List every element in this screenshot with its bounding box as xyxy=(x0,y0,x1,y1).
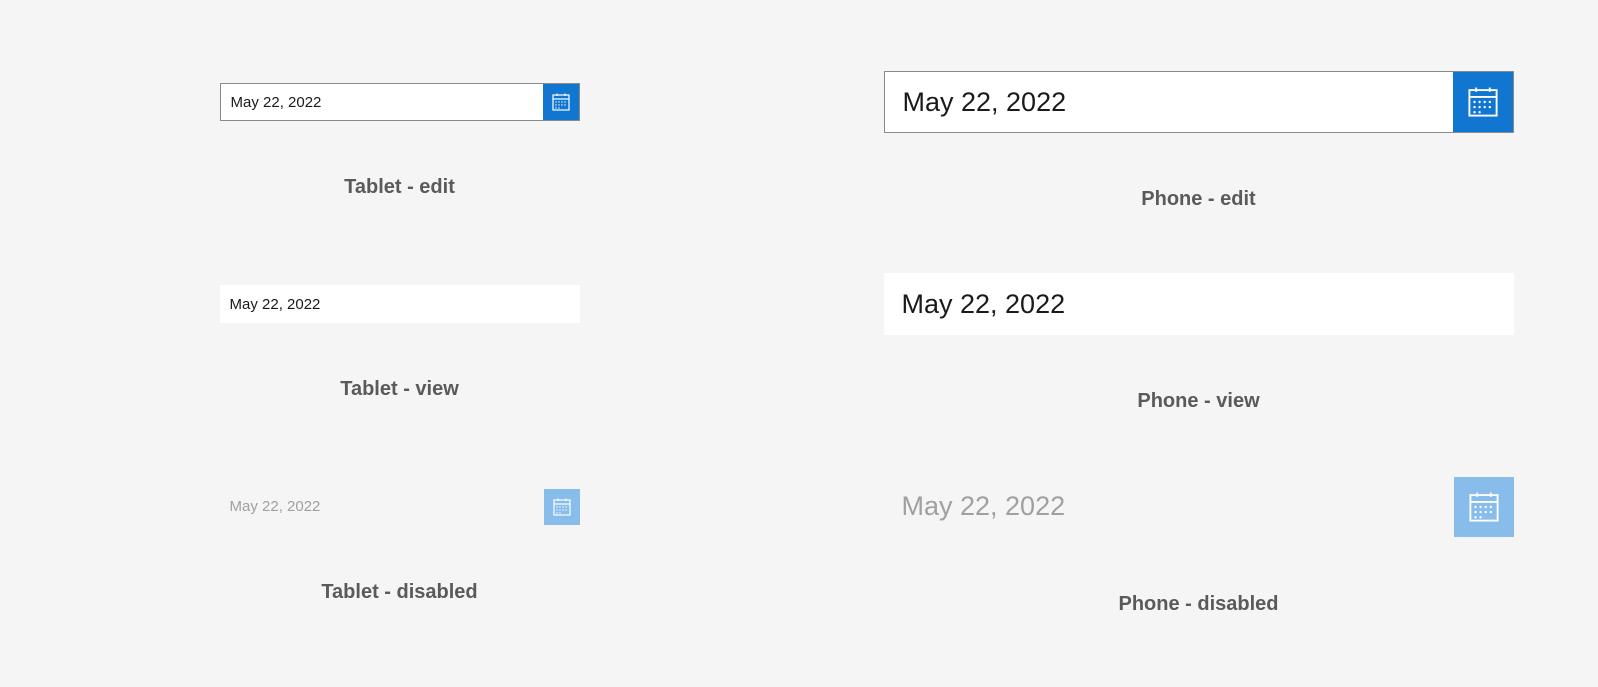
date-picker-phone-view: May 22, 2022 xyxy=(884,273,1514,335)
calendar-icon xyxy=(551,92,571,112)
cell-phone-disabled: May 22, 2022 Phone - disabled xyxy=(799,445,1598,647)
states-grid: May 22, 2022 Tablet - edit May 22, 2022 xyxy=(0,0,1598,687)
date-value: May 22, 2022 xyxy=(885,87,1453,118)
date-value: May 22, 2022 xyxy=(884,491,1454,522)
cell-tablet-disabled: May 22, 2022 Tablet - disabled xyxy=(0,445,799,647)
cell-phone-edit: May 22, 2022 Phone - edit xyxy=(799,40,1598,242)
date-value: May 22, 2022 xyxy=(221,94,543,111)
cell-phone-view: May 22, 2022 Phone - view xyxy=(799,242,1598,444)
date-value: May 22, 2022 xyxy=(884,289,1514,320)
cell-tablet-view: May 22, 2022 Tablet - view xyxy=(0,242,799,444)
calendar-button[interactable] xyxy=(1453,72,1513,132)
caption-phone-view: Phone - view xyxy=(1137,390,1259,413)
caption-tablet-disabled: Tablet - disabled xyxy=(321,581,477,604)
date-value: May 22, 2022 xyxy=(220,296,580,313)
caption-phone-disabled: Phone - disabled xyxy=(1118,593,1278,616)
calendar-button-disabled xyxy=(1454,477,1514,537)
caption-tablet-edit: Tablet - edit xyxy=(344,176,455,199)
calendar-icon xyxy=(552,497,572,517)
caption-tablet-view: Tablet - view xyxy=(340,378,459,401)
date-picker-phone-edit[interactable]: May 22, 2022 xyxy=(884,71,1514,133)
calendar-icon xyxy=(1467,490,1501,524)
date-picker-tablet-view: May 22, 2022 xyxy=(220,285,580,323)
caption-phone-edit: Phone - edit xyxy=(1141,188,1255,211)
cell-tablet-edit: May 22, 2022 Tablet - edit xyxy=(0,40,799,242)
calendar-button[interactable] xyxy=(543,84,579,120)
date-value: May 22, 2022 xyxy=(220,498,544,515)
date-picker-tablet-edit[interactable]: May 22, 2022 xyxy=(220,83,580,121)
calendar-button-disabled xyxy=(544,489,580,525)
calendar-icon xyxy=(1466,85,1500,119)
date-picker-tablet-disabled: May 22, 2022 xyxy=(220,488,580,526)
date-picker-phone-disabled: May 22, 2022 xyxy=(884,476,1514,538)
